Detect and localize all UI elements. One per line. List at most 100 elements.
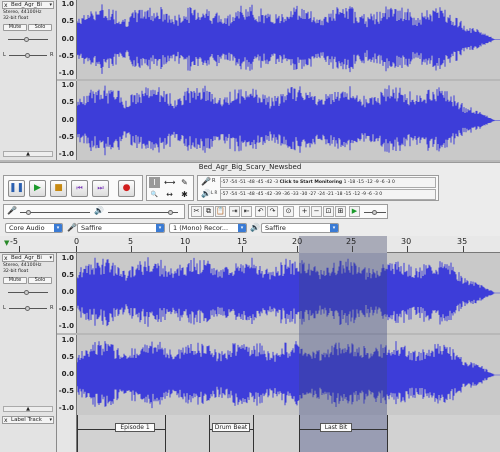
top-waveform-left-channel[interactable] (77, 0, 500, 79)
label-boundary[interactable] (165, 415, 166, 452)
toolbar-area: Bed_Agr_Big_Scary_Newsbed ❚❚ ▶ ■ ⏮ ⏭ ● I… (0, 162, 500, 236)
pan-slider-thumb[interactable] (25, 53, 30, 58)
gain-slider-thumb[interactable] (24, 290, 29, 295)
pan-left-label: L (3, 52, 6, 58)
scale-label: 0.0 (61, 370, 74, 378)
scale-label: 1.0 (61, 0, 74, 8)
close-icon[interactable]: x (4, 2, 8, 8)
time-selection-highlight[interactable] (299, 253, 387, 415)
gain-slider-thumb[interactable] (24, 37, 29, 42)
ruler-tick (352, 246, 353, 252)
play-button[interactable]: ▶ (29, 180, 46, 197)
chevron-down-icon[interactable]: ▾ (49, 255, 52, 261)
scale-label: -0.5 (58, 305, 74, 313)
pause-button[interactable]: ❚❚ (8, 180, 25, 197)
label-track-name-button[interactable]: x Label Track ▾ (2, 416, 54, 424)
stop-button[interactable]: ■ (50, 180, 67, 197)
label-drum-beat[interactable]: Drum Beat (212, 423, 250, 432)
label-boundary[interactable] (209, 415, 210, 452)
close-icon[interactable]: x (4, 255, 8, 261)
mute-button[interactable]: Mute (3, 277, 27, 284)
multi-tool-icon[interactable]: ✱ (179, 189, 190, 200)
paste-icon[interactable]: 📋 (215, 206, 226, 217)
speaker-icon[interactable]: 🔊 (201, 189, 211, 198)
label-track-name: Label Track (11, 417, 42, 423)
top-track-name-button[interactable]: x Bed_Agr_Bi ▾ (2, 1, 54, 9)
recording-channels-select[interactable]: 1 (Mono) Recor... ▾ (169, 223, 247, 233)
monitoring-hint: Click to Start Monitoring (279, 180, 343, 185)
playback-device-select[interactable]: Saffire ▾ (261, 223, 339, 233)
playback-meter[interactable]: -57 -54 -51 -48 -45 -42 -39 -36 -33 -30 … (220, 189, 436, 200)
speaker-icon: 🔊 (250, 223, 260, 232)
fit-project-icon[interactable]: ⊞ (335, 206, 346, 217)
solo-button[interactable]: Solo (28, 277, 52, 284)
label-episode-1[interactable]: Episode 1 (115, 423, 155, 432)
zoom-out-icon[interactable]: − (311, 206, 322, 217)
zoom-in-icon[interactable]: + (299, 206, 310, 217)
draw-tool-icon[interactable]: ✎ (179, 177, 190, 188)
pan-right-label: R (50, 305, 54, 311)
bottom-upper-amplitude-scale: 1.0 0.5 0.0 -0.5 -1.0 (57, 253, 77, 333)
scale-label: 0.5 (61, 17, 74, 25)
scale-label: -0.5 (58, 133, 74, 141)
pan-slider-thumb[interactable] (25, 306, 30, 311)
ruler-tick (463, 246, 464, 252)
pan-left-label: L (3, 305, 6, 311)
bottom-track-name-button[interactable]: x Bed_Agr_Bi ▾ (2, 254, 54, 262)
label-boundary[interactable] (253, 415, 254, 452)
scale-label: 0.5 (61, 353, 74, 361)
ruler-tick (297, 246, 298, 252)
microphone-icon[interactable]: 🎤 (201, 177, 211, 186)
waveform-path (77, 85, 495, 156)
recording-device-value: Saffire (81, 224, 102, 232)
top-lower-amplitude-scale: 1.0 0.5 0.0 -0.5 -1.0 (57, 81, 77, 160)
chevron-down-icon[interactable]: ▾ (49, 2, 52, 8)
zoom-tool-icon[interactable]: 🔍 (149, 189, 160, 200)
play-at-speed-icon[interactable]: ▶ (349, 206, 360, 217)
scale-label: -0.5 (58, 52, 74, 60)
playback-volume-thumb[interactable] (168, 210, 173, 215)
ruler-tick-label: 5 (128, 237, 134, 246)
selection-tool-icon[interactable]: I (149, 177, 160, 188)
copy-icon[interactable]: ⧉ (203, 206, 214, 217)
fit-selection-icon[interactable]: ⊡ (323, 206, 334, 217)
label-boundary[interactable] (387, 415, 388, 452)
label-last-bit[interactable]: Last Bit (320, 423, 352, 432)
top-waveform-right-channel[interactable] (77, 81, 500, 160)
skip-to-start-button[interactable]: ⏮ (71, 180, 88, 197)
bottom-waveform-left-channel[interactable] (77, 253, 500, 333)
collapse-track-button[interactable]: ▲ (3, 406, 53, 412)
scale-label: 1.0 (61, 81, 74, 89)
mute-button[interactable]: Mute (3, 24, 27, 31)
record-volume-thumb[interactable] (26, 210, 31, 215)
top-upper-amplitude-scale: 1.0 0.5 0.0 -0.5 -1.0 (57, 0, 77, 79)
sync-lock-icon[interactable]: ⊙ (283, 206, 294, 217)
tools-toolbar: I ⟷ ✎ 🔍 ↔ ✱ (146, 175, 194, 201)
solo-button[interactable]: Solo (28, 24, 52, 31)
label-boundary[interactable] (77, 415, 78, 452)
collapse-track-button[interactable]: ▲ (3, 151, 53, 157)
timeline-ruler[interactable]: ▼ -5 0 5 10 15 20 25 30 35 (0, 236, 500, 253)
ruler-tick (407, 246, 408, 252)
bottom-waveform-right-channel[interactable] (77, 335, 500, 415)
label-boundary[interactable] (299, 415, 300, 452)
cut-icon[interactable]: ✂ (191, 206, 202, 217)
playback-meter-scale: -57 -54 -51 -48 -45 -42 -39 -36 -33 -30 … (221, 192, 383, 197)
play-speed-thumb[interactable] (372, 210, 377, 215)
envelope-tool-icon[interactable]: ⟷ (164, 177, 175, 188)
bottom-track-control-panel: x Bed_Agr_Bi ▾ Stereo, 44100Hz 32-bit fl… (0, 253, 57, 415)
chevron-down-icon[interactable]: ▾ (49, 417, 52, 423)
redo-icon[interactable]: ↷ (267, 206, 278, 217)
recording-device-select[interactable]: Saffire ▾ (77, 223, 165, 233)
skip-to-end-button[interactable]: ⏭ (92, 180, 109, 197)
undo-icon[interactable]: ↶ (255, 206, 266, 217)
audio-host-select[interactable]: Core Audio ▾ (5, 223, 63, 233)
label-track-scale-spacer (57, 415, 77, 452)
record-meter[interactable]: -57 -54 -51 -48 -45 -42 -3 Click to Star… (220, 177, 436, 188)
close-icon[interactable]: x (4, 417, 8, 423)
silence-icon[interactable]: ⇤ (241, 206, 252, 217)
timeshift-tool-icon[interactable]: ↔ (164, 189, 175, 200)
chevron-down-icon: ▾ (238, 224, 246, 232)
trim-icon[interactable]: ⇥ (229, 206, 240, 217)
record-button[interactable]: ● (118, 180, 135, 197)
